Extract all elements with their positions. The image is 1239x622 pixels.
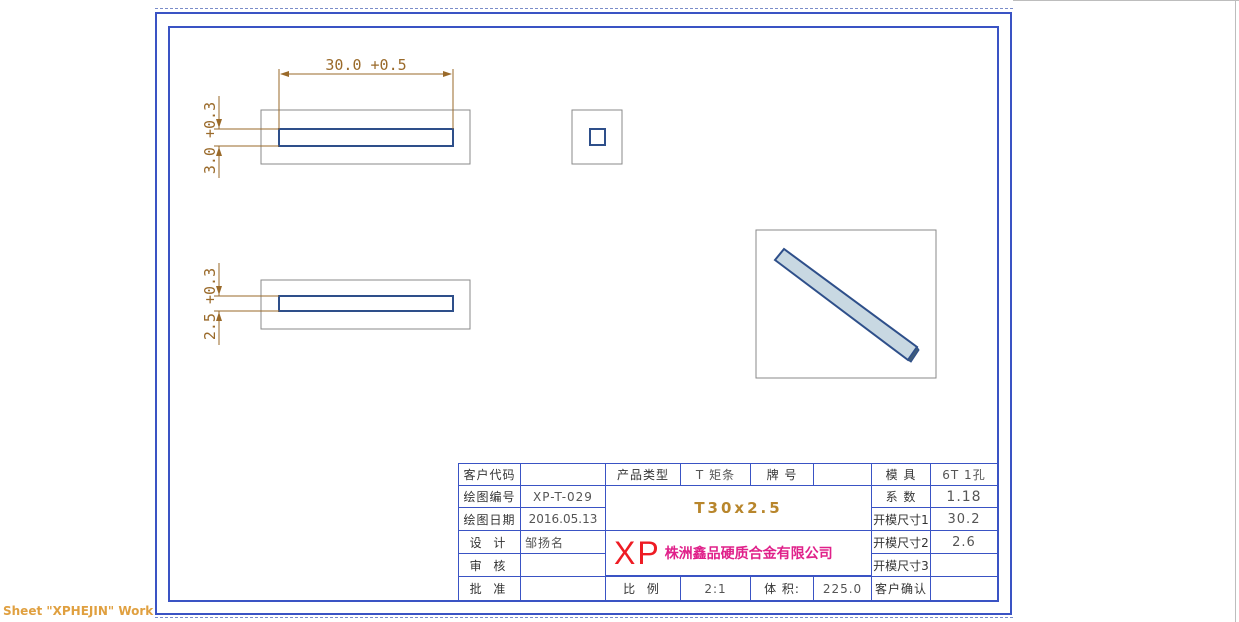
top-view[interactable]: 30.0 +0.5 3.0 +0.3 bbox=[201, 56, 471, 178]
dim-length-text: 30.0 +0.5 bbox=[325, 56, 406, 74]
dim-width-bottom-text: 2.5 +0.3 bbox=[201, 268, 219, 340]
customer-confirm-value[interactable] bbox=[930, 576, 998, 601]
mold-label: 模 具 bbox=[871, 463, 931, 486]
isometric-view[interactable] bbox=[755, 229, 937, 379]
dim-length-arrow-left bbox=[280, 71, 289, 77]
company-logo-cell: XP 株洲鑫品硬质合金有限公司 bbox=[605, 530, 872, 576]
date-label: 绘图日期 bbox=[458, 507, 521, 531]
coef-value[interactable]: 1.18 bbox=[930, 485, 998, 508]
dim-width-top-text: 3.0 +0.3 bbox=[201, 102, 219, 174]
review-value[interactable] bbox=[520, 553, 606, 577]
customer-confirm-label: 客户确认 bbox=[871, 576, 931, 601]
section-view-part bbox=[278, 295, 454, 312]
product-type-value[interactable]: T 矩条 bbox=[680, 463, 751, 486]
mold-size3-label: 开模尺寸3 bbox=[871, 553, 931, 577]
mold-value[interactable]: 6T 1孔 bbox=[930, 463, 998, 486]
grade-label: 牌 号 bbox=[750, 463, 814, 486]
spec-value[interactable]: T30x2.5 bbox=[605, 485, 872, 531]
title-block: 客户代码 产品类型 T 矩条 牌 号 模 具 6T 1孔 绘图编号 XP-T-0… bbox=[458, 463, 998, 601]
customer-code-label: 客户代码 bbox=[458, 463, 521, 486]
company-name: 株洲鑫品硬质合金有限公司 bbox=[664, 546, 833, 562]
mold-size1-value[interactable]: 30.2 bbox=[930, 507, 998, 531]
customer-code-value[interactable] bbox=[520, 463, 606, 486]
design-value[interactable]: 邹扬名 bbox=[520, 530, 606, 554]
approve-label: 批 准 bbox=[458, 576, 521, 601]
drawing-no-value[interactable]: XP-T-029 bbox=[520, 485, 606, 508]
mold-size1-label: 开模尺寸1 bbox=[871, 507, 931, 531]
end-view[interactable] bbox=[571, 109, 623, 165]
volume-value[interactable]: 225.0 bbox=[813, 576, 872, 601]
scale-value[interactable]: 2:1 bbox=[680, 576, 751, 601]
top-view-part bbox=[278, 128, 454, 147]
review-label: 审 核 bbox=[458, 553, 521, 577]
grade-value[interactable] bbox=[813, 463, 872, 486]
approve-value[interactable] bbox=[520, 576, 606, 601]
design-label: 设 计 bbox=[458, 530, 521, 554]
scale-label: 比 例 bbox=[605, 576, 681, 601]
mold-size2-value[interactable]: 2.6 bbox=[930, 530, 998, 554]
mold-size2-label: 开模尺寸2 bbox=[871, 530, 931, 554]
section-view[interactable]: 2.5 +0.3 bbox=[201, 263, 471, 345]
volume-label: 体 积: bbox=[750, 576, 814, 601]
drawing-no-label: 绘图编号 bbox=[458, 485, 521, 508]
product-type-label: 产品类型 bbox=[605, 463, 681, 486]
coef-label: 系 数 bbox=[871, 485, 931, 508]
isometric-part-body bbox=[773, 247, 919, 362]
company-logo: XP bbox=[614, 534, 661, 571]
end-view-part bbox=[589, 128, 606, 146]
section-view-frame bbox=[260, 279, 471, 330]
dim-length-arrow-right bbox=[443, 71, 452, 77]
mold-size3-value[interactable] bbox=[930, 553, 998, 577]
end-view-frame bbox=[571, 109, 623, 165]
top-view-frame bbox=[260, 109, 471, 165]
date-value[interactable]: 2016.05.13 bbox=[520, 507, 606, 531]
